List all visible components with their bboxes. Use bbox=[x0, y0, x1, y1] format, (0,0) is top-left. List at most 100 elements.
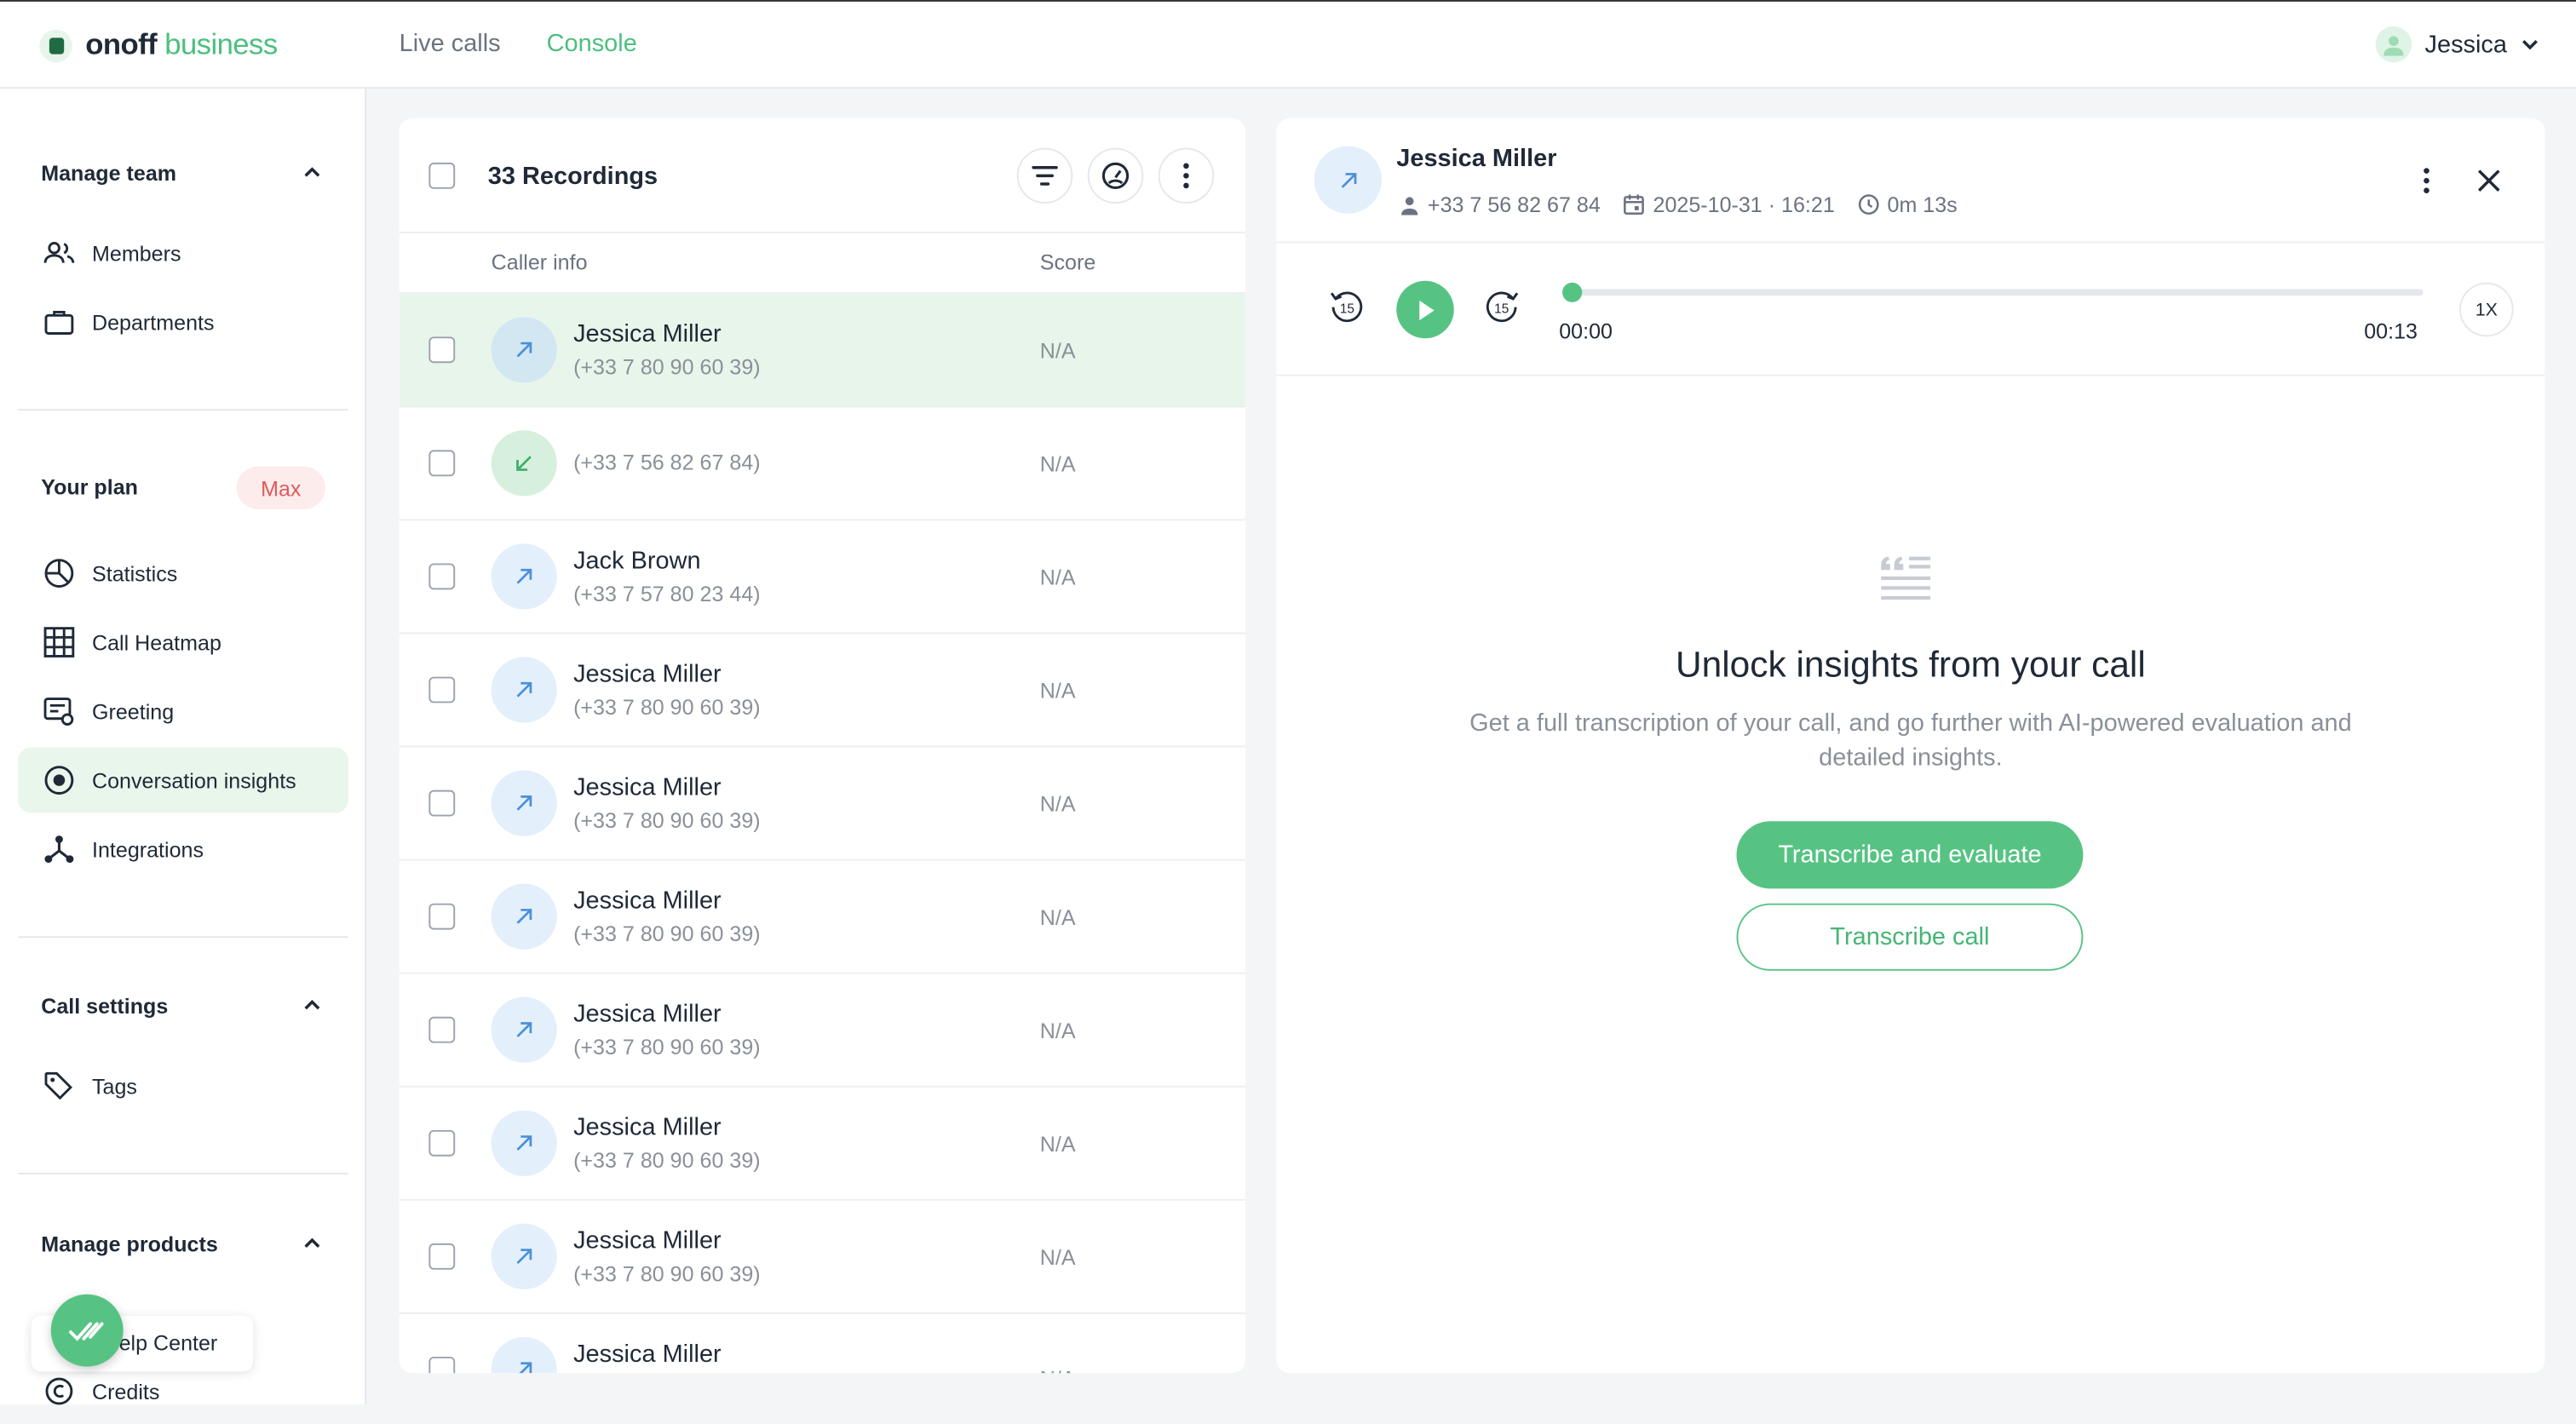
recording-detail-panel: Jessica Miller +33 7 56 82 67 84 2025-10… bbox=[1276, 118, 2545, 1374]
play-icon bbox=[1418, 299, 1434, 320]
recording-row[interactable]: Jessica Miller (+33 7 80 90 60 39) N/A bbox=[399, 974, 1245, 1088]
empty-state-title: Unlock insights from your call bbox=[1676, 643, 2146, 686]
sidebar-item-statistics[interactable]: Statistics bbox=[18, 540, 348, 606]
sidebar-item-integrations[interactable]: Integrations bbox=[18, 816, 348, 881]
user-menu[interactable]: Jessica bbox=[2375, 26, 2540, 63]
sidebar-item-label: Departments bbox=[91, 309, 215, 335]
sidebar-item-greeting[interactable]: Greeting bbox=[18, 678, 348, 744]
row-checkbox[interactable] bbox=[428, 336, 456, 364]
nav-live-calls[interactable]: Live calls bbox=[400, 30, 501, 58]
recording-row[interactable]: Jessica Miller (+33 7 80 90 60 39) N/A bbox=[399, 1201, 1245, 1314]
section-call-settings[interactable]: Call settings bbox=[41, 994, 168, 1019]
caller-phone: (+33 7 57 80 23 44) bbox=[573, 581, 761, 606]
detail-duration: 0m 13s bbox=[1858, 192, 1958, 217]
playback-speed-button[interactable]: 1X bbox=[2459, 282, 2514, 337]
outgoing-call-icon bbox=[519, 1362, 532, 1374]
recordings-column-header: Caller info Score bbox=[399, 233, 1245, 295]
grid-icon bbox=[43, 627, 75, 657]
detail-caller-name: Jessica Miller bbox=[1396, 144, 1557, 173]
row-checkbox[interactable] bbox=[428, 1356, 456, 1374]
row-checkbox[interactable] bbox=[428, 676, 456, 703]
recording-row[interactable]: Jessica Miller N/A bbox=[400, 1314, 1245, 1374]
clock-icon bbox=[1858, 194, 1879, 215]
caller-name: Jessica Miller bbox=[573, 773, 722, 802]
score-value: N/A bbox=[1039, 791, 1076, 817]
kebab-icon bbox=[1183, 163, 1189, 189]
audio-player: 15 15 00:00 00:13 1X bbox=[1276, 243, 2545, 376]
current-time: 00:00 bbox=[1559, 319, 1613, 344]
outgoing-call-icon bbox=[516, 1135, 532, 1151]
chevron-up-icon[interactable] bbox=[302, 1233, 322, 1253]
row-checkbox[interactable] bbox=[428, 563, 456, 590]
score-value: N/A bbox=[1039, 338, 1076, 364]
row-checkbox[interactable] bbox=[428, 450, 456, 477]
briefcase-icon bbox=[44, 310, 74, 335]
row-checkbox[interactable] bbox=[428, 1129, 456, 1157]
transcribe-and-evaluate-button[interactable]: Transcribe and evaluate bbox=[1736, 821, 2084, 889]
chevron-up-icon[interactable] bbox=[302, 163, 322, 182]
sidebar-item-members[interactable]: Members bbox=[18, 220, 348, 285]
detail-phone: +33 7 56 82 67 84 bbox=[1400, 192, 1601, 217]
recording-row[interactable]: Jack Brown (+33 7 57 80 23 44) N/A bbox=[399, 520, 1245, 634]
detail-date: 2025-10-31 · 16:21 bbox=[1624, 192, 1835, 217]
top-bar: onoff business Live calls Console Jessic… bbox=[0, 0, 2576, 89]
sidebar-item-label: Tags bbox=[91, 1073, 137, 1099]
outgoing-call-icon bbox=[1340, 172, 1356, 187]
kebab-icon[interactable] bbox=[2424, 168, 2430, 194]
chevron-down-icon bbox=[2522, 39, 2538, 50]
progress-knob[interactable] bbox=[1562, 282, 1583, 302]
help-center-button[interactable] bbox=[50, 1294, 124, 1367]
call-direction-badge bbox=[1314, 146, 1382, 214]
select-all-checkbox[interactable] bbox=[428, 162, 456, 189]
onoff-logo-icon bbox=[39, 28, 72, 62]
sidebar: Manage team Members Departments Your pla… bbox=[0, 89, 367, 1405]
row-checkbox[interactable] bbox=[428, 1016, 456, 1043]
recording-row[interactable]: (+33 7 56 82 67 84) N/A bbox=[399, 407, 1245, 521]
person-icon bbox=[1401, 196, 1418, 215]
caller-phone: (+33 7 80 90 60 39) bbox=[573, 354, 761, 380]
detail-datetime-text: 2025-10-31 · 16:21 bbox=[1653, 192, 1835, 217]
row-checkbox[interactable] bbox=[428, 903, 456, 930]
score-value: N/A bbox=[1039, 1244, 1076, 1270]
incoming-call-icon bbox=[516, 456, 532, 471]
sidebar-item-label: Call Heatmap bbox=[91, 629, 221, 655]
empty-state-subtitle: Get a full transcription of your call, a… bbox=[1469, 709, 2352, 772]
recording-row[interactable]: Jessica Miller (+33 7 80 90 60 39) N/A bbox=[399, 747, 1245, 861]
tag-icon bbox=[44, 1071, 72, 1100]
recording-row[interactable]: Jessica Miller (+33 7 80 90 60 39) N/A bbox=[399, 634, 1245, 748]
nav-console[interactable]: Console bbox=[547, 30, 637, 58]
rewind-15-icon[interactable]: 15 bbox=[1329, 289, 1365, 324]
caller-phone: (+33 7 80 90 60 39) bbox=[573, 921, 761, 946]
recording-row[interactable]: Jessica Miller (+33 7 80 90 60 39) N/A bbox=[399, 1088, 1245, 1201]
caller-phone: (+33 7 80 90 60 39) bbox=[573, 694, 761, 720]
brand-logo[interactable]: onoff business bbox=[39, 28, 278, 62]
progress-track[interactable] bbox=[1565, 289, 2424, 296]
row-checkbox[interactable] bbox=[428, 1243, 456, 1270]
transcribe-call-button[interactable]: Transcribe call bbox=[1736, 903, 2084, 971]
divider bbox=[18, 409, 348, 411]
sidebar-item-conversation-insights[interactable]: Conversation insights bbox=[18, 747, 348, 813]
detail-meta: +33 7 56 82 67 84 2025-10-31 · 16:21 0m … bbox=[1400, 192, 1958, 217]
filter-icon bbox=[1032, 165, 1058, 186]
caller-name: Jessica Miller bbox=[573, 1226, 722, 1255]
sidebar-item-call-heatmap[interactable]: Call Heatmap bbox=[18, 609, 348, 675]
speedometer-button[interactable] bbox=[1087, 147, 1144, 204]
outgoing-call-icon bbox=[516, 1249, 532, 1265]
chevron-up-icon[interactable] bbox=[302, 996, 322, 1015]
caller-name: Jessica Miller bbox=[573, 1340, 722, 1369]
caller-name: Jessica Miller bbox=[573, 1113, 722, 1142]
recording-row[interactable]: Jessica Miller (+33 7 80 90 60 39) N/A bbox=[399, 294, 1245, 408]
close-icon[interactable] bbox=[2477, 169, 2500, 192]
filter-button[interactable] bbox=[1016, 147, 1073, 204]
section-manage-products[interactable]: Manage products bbox=[41, 1232, 218, 1256]
row-checkbox[interactable] bbox=[428, 790, 456, 817]
more-options-button[interactable] bbox=[1158, 147, 1215, 204]
sidebar-item-tags[interactable]: Tags bbox=[18, 1053, 348, 1118]
sidebar-item-departments[interactable]: Departments bbox=[18, 289, 348, 354]
recording-row[interactable]: Jessica Miller (+33 7 80 90 60 39) N/A bbox=[399, 861, 1245, 974]
caller-name: Jessica Miller bbox=[573, 660, 722, 689]
play-button[interactable] bbox=[1396, 280, 1454, 339]
forward-15-icon[interactable]: 15 bbox=[1483, 289, 1519, 324]
call-direction-badge bbox=[491, 543, 557, 610]
section-manage-team[interactable]: Manage team bbox=[41, 161, 176, 186]
